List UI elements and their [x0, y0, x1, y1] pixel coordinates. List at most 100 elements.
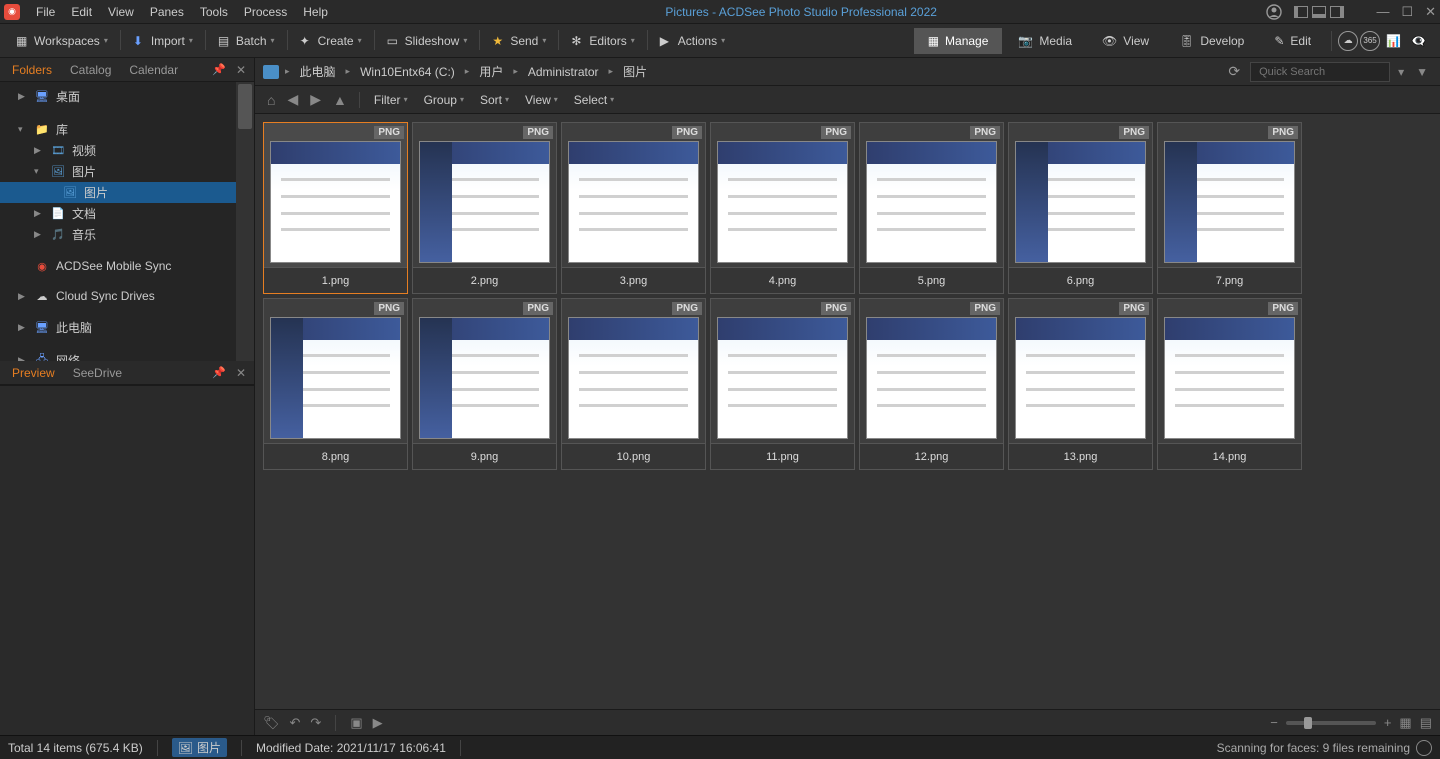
- workspaces-button[interactable]: ▦Workspaces▾: [10, 30, 114, 52]
- filter-funnel-icon[interactable]: ▼: [1412, 65, 1432, 79]
- thumbnail-cell[interactable]: PNG12.png: [859, 298, 1004, 470]
- compare-icon[interactable]: ▣: [350, 715, 362, 731]
- refresh-icon[interactable]: ⟳: [1228, 63, 1240, 80]
- pin-icon[interactable]: 📌: [208, 63, 230, 76]
- tree-this-pc[interactable]: ▶🖥此电脑: [0, 317, 254, 338]
- rotate-left-icon[interactable]: ↶: [290, 715, 301, 731]
- search-dropdown-icon[interactable]: ▾: [1394, 65, 1408, 79]
- mode-view[interactable]: 👁View: [1088, 28, 1163, 54]
- thumbnail-cell[interactable]: PNG2.png: [412, 122, 557, 294]
- dashboard-icon[interactable]: 📊: [1382, 34, 1405, 48]
- pin-icon[interactable]: 📌: [208, 366, 230, 379]
- import-button[interactable]: ⬇Import▾: [127, 30, 199, 52]
- tree-scrollbar[interactable]: [236, 82, 254, 361]
- 365-icon[interactable]: 365: [1360, 31, 1380, 51]
- sync-icon[interactable]: 👁‍🗨: [1407, 34, 1430, 48]
- zoom-slider[interactable]: [1286, 721, 1376, 725]
- folder-icon: 📁: [34, 123, 50, 137]
- tree-network[interactable]: ▶🖧网络: [0, 350, 254, 361]
- breadcrumb-item[interactable]: Win10Entx64 (C:): [356, 63, 459, 81]
- folder-tree[interactable]: ▶🖥桌面 ▾📁库 ▶🎞视频 ▾🖼图片 🖼图片 ▶📄文档 ▶🎵音乐 ◉ACDSee…: [0, 82, 254, 361]
- close-panel-icon[interactable]: ✕: [232, 63, 250, 77]
- thumbnail-cell[interactable]: PNG3.png: [561, 122, 706, 294]
- menu-view[interactable]: View: [100, 3, 142, 21]
- menu-panes[interactable]: Panes: [142, 3, 192, 21]
- mode-develop[interactable]: 🎚Develop: [1165, 28, 1258, 54]
- tree-library[interactable]: ▾📁库: [0, 119, 254, 140]
- menu-process[interactable]: Process: [236, 3, 295, 21]
- breadcrumb-item[interactable]: 图片: [619, 61, 651, 82]
- batch-button[interactable]: ▤Batch▾: [212, 30, 281, 52]
- thumbnail-filename: 7.png: [1216, 275, 1244, 287]
- tree-music[interactable]: ▶🎵音乐: [0, 224, 254, 245]
- menu-tools[interactable]: Tools: [192, 3, 236, 21]
- tab-folders[interactable]: Folders: [4, 60, 60, 80]
- thumbnail-cell[interactable]: PNG5.png: [859, 122, 1004, 294]
- breadcrumb-item[interactable]: Administrator: [524, 63, 603, 81]
- user-icon[interactable]: [1266, 4, 1282, 20]
- home-icon[interactable]: ⌂: [263, 92, 279, 108]
- thumbnail-cell[interactable]: PNG11.png: [710, 298, 855, 470]
- create-button[interactable]: ✦Create▾: [294, 30, 368, 52]
- thumbnail-cell[interactable]: PNG13.png: [1008, 298, 1153, 470]
- tree-videos[interactable]: ▶🎞视频: [0, 140, 254, 161]
- minimize-button[interactable]: —: [1376, 4, 1389, 19]
- maximize-button[interactable]: ☐: [1401, 4, 1413, 20]
- editors-button[interactable]: ✻Editors▾: [565, 30, 640, 52]
- thumbnail-cell[interactable]: PNG10.png: [561, 298, 706, 470]
- tab-calendar[interactable]: Calendar: [121, 60, 186, 80]
- mode-manage[interactable]: ▦Manage: [914, 28, 1003, 54]
- mode-edit[interactable]: ✎Edit: [1260, 28, 1325, 54]
- tree-desktop[interactable]: ▶🖥桌面: [0, 86, 254, 107]
- breadcrumb-item[interactable]: 此电脑: [296, 61, 340, 82]
- tree-pictures-sub[interactable]: 🖼图片: [0, 182, 254, 203]
- thumbnail-cell[interactable]: PNG6.png: [1008, 122, 1153, 294]
- send-button[interactable]: ★Send▾: [486, 30, 552, 52]
- thumbnail-cell[interactable]: PNG14.png: [1157, 298, 1302, 470]
- thumbnail-cell[interactable]: PNG4.png: [710, 122, 855, 294]
- close-panel-icon[interactable]: ✕: [232, 366, 250, 380]
- select-dropdown[interactable]: Select▾: [568, 90, 620, 110]
- tab-catalog[interactable]: Catalog: [62, 60, 119, 80]
- rotate-right-icon[interactable]: ↷: [310, 715, 321, 731]
- zoom-out-icon[interactable]: −: [1270, 715, 1278, 730]
- back-icon[interactable]: ◀: [283, 91, 302, 108]
- sort-dropdown[interactable]: Sort▾: [474, 90, 515, 110]
- menu-edit[interactable]: Edit: [63, 3, 100, 21]
- thumb-small-icon[interactable]: ▦: [1399, 715, 1411, 731]
- slideshow-button[interactable]: ▭Slideshow▾: [381, 30, 474, 52]
- play-icon[interactable]: ▶: [373, 715, 383, 731]
- tab-seedrive[interactable]: SeeDrive: [65, 363, 130, 383]
- mode-media[interactable]: 📷Media: [1004, 28, 1086, 54]
- tree-pictures-lib[interactable]: ▾🖼图片: [0, 161, 254, 182]
- thumbnail-filename: 2.png: [471, 275, 499, 287]
- wand-icon: ✎: [1274, 34, 1284, 48]
- tree-documents[interactable]: ▶📄文档: [0, 203, 254, 224]
- thumbnail-cell[interactable]: PNG9.png: [412, 298, 557, 470]
- group-dropdown[interactable]: Group▾: [418, 90, 470, 110]
- actions-button[interactable]: ▶Actions▾: [654, 30, 731, 52]
- layout-icons[interactable]: [1294, 6, 1344, 18]
- tree-cloud[interactable]: ▶☁Cloud Sync Drives: [0, 287, 254, 305]
- folder-icon[interactable]: [263, 65, 279, 79]
- thumbnail-image: [568, 317, 699, 439]
- filter-dropdown[interactable]: Filter▾: [368, 90, 414, 110]
- forward-icon[interactable]: ▶: [306, 91, 325, 108]
- close-button[interactable]: ✕: [1425, 4, 1436, 20]
- thumbnails-area[interactable]: PNG1.pngPNG2.pngPNG3.pngPNG4.pngPNG5.png…: [255, 114, 1440, 709]
- tab-preview[interactable]: Preview: [4, 363, 63, 383]
- thumbnail-cell[interactable]: PNG7.png: [1157, 122, 1302, 294]
- tree-mobile-sync[interactable]: ◉ACDSee Mobile Sync: [0, 257, 254, 275]
- tag-icon[interactable]: 🏷: [263, 715, 280, 731]
- menu-file[interactable]: File: [28, 3, 63, 21]
- cloud-icon[interactable]: ☁: [1338, 31, 1358, 51]
- up-icon[interactable]: ▲: [329, 92, 351, 108]
- view-dropdown[interactable]: View▾: [519, 90, 564, 110]
- thumb-large-icon[interactable]: ▤: [1420, 715, 1432, 731]
- thumbnail-cell[interactable]: PNG1.png: [263, 122, 408, 294]
- thumbnail-cell[interactable]: PNG8.png: [263, 298, 408, 470]
- menu-help[interactable]: Help: [295, 3, 336, 21]
- zoom-in-icon[interactable]: +: [1384, 715, 1392, 730]
- breadcrumb-item[interactable]: 用户: [475, 61, 507, 82]
- search-input[interactable]: [1250, 62, 1390, 82]
